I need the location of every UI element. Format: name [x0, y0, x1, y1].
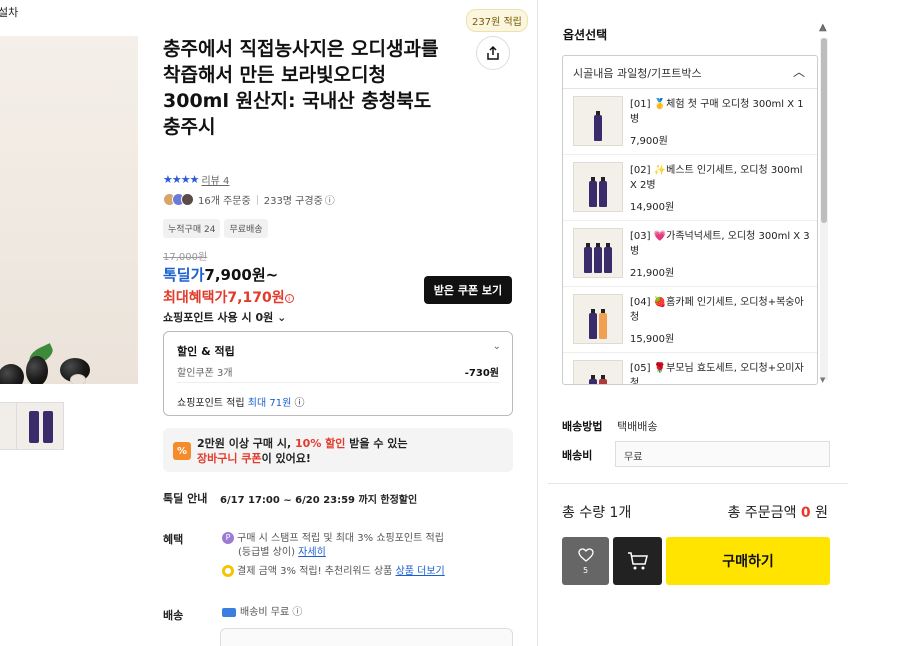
option-dropdown-header[interactable]: 시골내음 과일청/기프트박스 ︿: [563, 56, 817, 89]
tag-cumulative: 누적구매 24: [163, 219, 221, 238]
review-link[interactable]: 리뷰 4: [201, 172, 229, 187]
ice-cube-shape: [70, 374, 86, 384]
option-item-05[interactable]: [05] 🌹부모님 효도세트, 오디청+오미자청: [563, 353, 817, 384]
point-icon: P: [222, 532, 234, 544]
product-main-image: [0, 36, 138, 384]
tag-free-shipping: 무료배송: [224, 219, 268, 238]
deal-price-row: 톡딜가7,900원~: [163, 264, 278, 285]
option-thumbnail: [573, 360, 623, 384]
watching-count: 233명 구경중: [263, 196, 323, 207]
option-item-01[interactable]: [01] 🥇체험 첫 구매 오디청 300ml X 1병 7,900원: [563, 89, 817, 155]
options-scrollbar[interactable]: ▲ ▼: [820, 24, 828, 390]
scroll-up-icon[interactable]: ▲: [820, 24, 825, 32]
coin-icon: ●: [222, 565, 234, 577]
wishlist-button[interactable]: 5: [562, 537, 609, 585]
heart-icon: [577, 547, 594, 562]
product-tags: 누적구매 24 무료배송: [163, 219, 268, 238]
cart-icon: [627, 552, 648, 570]
info-icon[interactable]: ⓘ: [325, 192, 335, 207]
option-item-04[interactable]: [04] 🍓홈카페 인기세트, 오디청+복숭아청 15,900원: [563, 287, 817, 353]
thumbnail-2[interactable]: [16, 402, 64, 450]
points-badge: 237원 적립: [466, 9, 528, 32]
scroll-down-icon[interactable]: ▼: [820, 376, 825, 384]
shipping-value: 배송비 무료 ⓘ: [222, 606, 302, 620]
option-item-03[interactable]: [03] 💗가족넉넉세트, 오디청 300ml X 3병 21,900원: [563, 221, 817, 287]
points-use-toggle[interactable]: 쇼핑포인트 사용 시 0원 ⌄: [163, 309, 286, 325]
mulberry-shape: [0, 364, 24, 384]
cart-coupon-promo: % 2만원 이상 구매 시, 10% 할인 받을 수 있는 장바구니 쿠폰이 있…: [163, 428, 513, 472]
shipping-fee-label: 배송비: [562, 449, 593, 462]
shipping-label: 배송: [163, 609, 184, 622]
points-earn-row: 쇼핑포인트 적립 최대 71원 ⓘ: [177, 398, 305, 409]
option-item-02[interactable]: [02] ✨베스트 인기세트, 오디청 300ml X 2병 14,900원: [563, 155, 817, 221]
deal-label: 톡딜가: [163, 266, 205, 284]
shipping-method-value: 택배배송: [617, 420, 658, 433]
details-link[interactable]: 자세히: [298, 547, 326, 558]
option-thumbnail: [573, 228, 623, 278]
ordering-count: 16개 주문중: [198, 196, 251, 207]
benefit-reward: ● 결제 금액 3% 적립! 추천리워드 상품 상품 더보기: [222, 565, 445, 579]
social-proof: 16개 주문중 233명 구경중 ⓘ: [163, 192, 335, 207]
truck-icon: [222, 607, 236, 617]
buyer-avatars: [163, 193, 194, 206]
info-icon[interactable]: i: [284, 293, 294, 303]
deal-info-value: 6/17 17:00 ~ 6/20 23:59 까지 한정할인: [220, 495, 418, 506]
max-benefit-row: 최대혜택가7,170원 i: [163, 287, 294, 307]
option-dropdown: 시골내음 과일청/기프트박스 ︿ [01] 🥇체험 첫 구매 오디청 300ml…: [562, 55, 818, 385]
more-products-link[interactable]: 상품 더보기: [396, 566, 445, 577]
scroll-thumb[interactable]: [821, 38, 827, 223]
deal-info-label: 톡딜 안내: [163, 492, 208, 505]
shipping-fee-field: 무료: [615, 441, 830, 467]
coupon-label: 할인쿠폰 3개: [177, 368, 233, 379]
discount-panel-title: 할인 & 적립: [177, 345, 235, 358]
total-amount: 총 주문금액 0 원: [727, 505, 828, 521]
benefit-grade: (등급별 상이) 자세히: [238, 547, 326, 558]
deal-price: 7,900원~: [204, 266, 279, 284]
max-benefit-price: 7,170원: [227, 290, 285, 306]
chevron-down-icon: ⌄: [277, 311, 287, 324]
discount-panel: 할인 & 적립 ⌄ 할인쿠폰 3개 -730원 쇼핑포인트 적립 최대 71원 …: [163, 331, 513, 416]
option-thumbnail: [573, 96, 623, 146]
option-thumbnail: [573, 294, 623, 344]
original-price: 17,000원: [163, 252, 208, 263]
percent-icon: %: [173, 442, 191, 460]
rating-stars: ★★★★: [163, 173, 199, 186]
promo-text: 2만원 이상 구매 시, 10% 할인 받을 수 있는 장바구니 쿠폰이 있어요…: [197, 437, 408, 465]
options-title: 옵션선택: [563, 28, 608, 42]
info-icon[interactable]: ⓘ: [294, 398, 304, 409]
buy-now-button[interactable]: 구매하기: [666, 537, 830, 585]
coupon-value: -730원: [464, 368, 499, 379]
wishlist-count: 5: [582, 565, 589, 575]
shipping-detail-box: [220, 628, 513, 646]
max-benefit-label: 최대혜택가: [163, 290, 228, 306]
chevron-down-icon[interactable]: ⌄: [493, 341, 501, 352]
benefits-label: 혜택: [163, 533, 184, 546]
share-button[interactable]: [476, 36, 510, 70]
mulberry-shape: [26, 356, 48, 384]
seller-label-fragment: 설차: [0, 6, 19, 19]
shipping-method-label: 배송방법: [562, 420, 603, 433]
info-icon[interactable]: ⓘ: [292, 607, 302, 618]
total-quantity: 총 수량 1개: [562, 505, 632, 521]
share-icon: [487, 45, 499, 60]
benefit-stamp: P 구매 시 스탬프 적립 및 최대 3% 쇼핑포인트 적립: [222, 532, 444, 546]
option-thumbnail: [573, 162, 623, 212]
view-coupons-button[interactable]: 받은 쿠폰 보기: [424, 276, 512, 304]
rating-row: ★★★★ 리뷰 4: [163, 172, 229, 187]
chevron-up-icon: ︿: [792, 65, 805, 79]
add-to-cart-button[interactable]: [613, 537, 662, 585]
product-title: 충주에서 직접농사지은 오디생과를 착즙해서 만든 보라빛오디청 300ml 원…: [163, 38, 439, 138]
